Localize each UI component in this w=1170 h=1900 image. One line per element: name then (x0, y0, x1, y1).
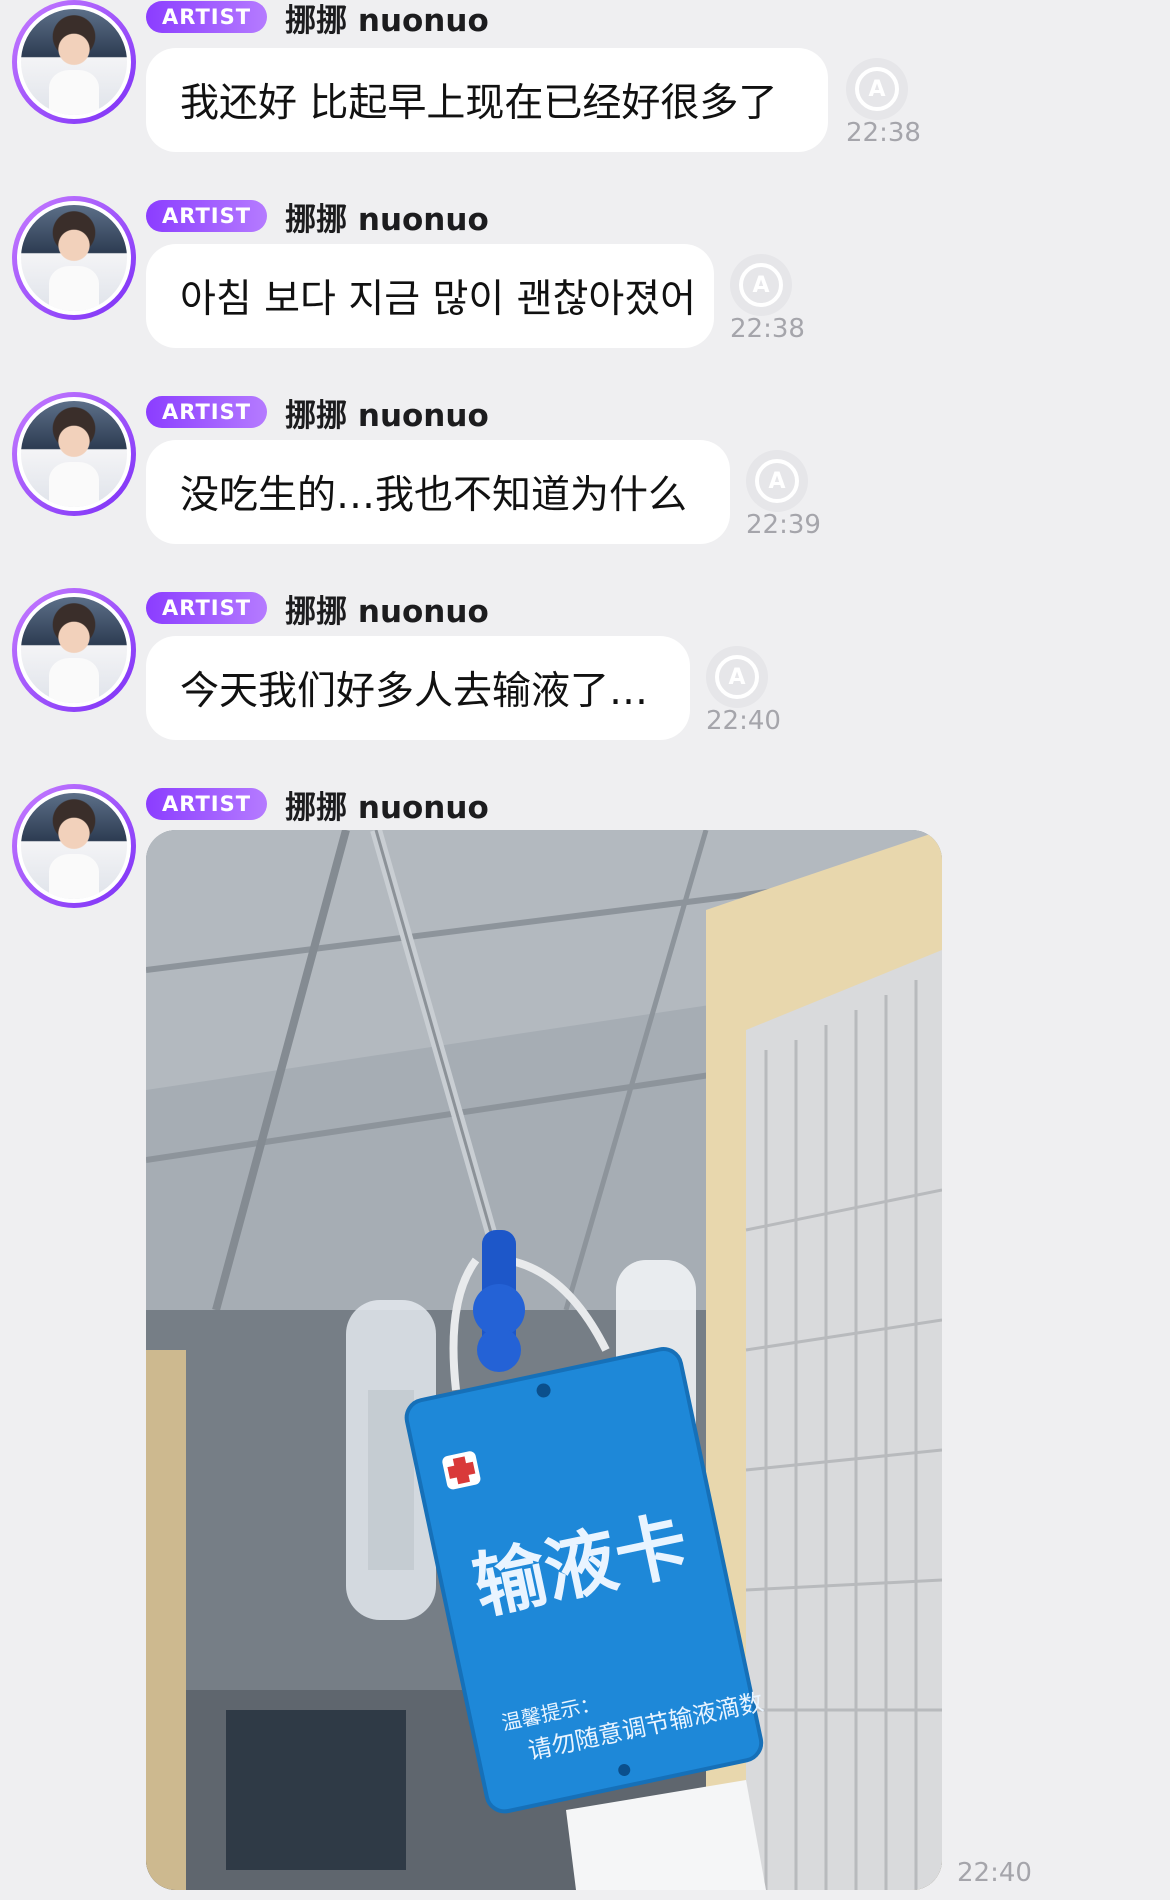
avatar-image (17, 593, 131, 707)
message-time: 22:40 (957, 1858, 1032, 1888)
avatar[interactable] (12, 784, 136, 908)
message-time: 22:40 (706, 706, 781, 736)
message-bubble[interactable]: 我还好 比起早上现在已经好很多了 (146, 48, 828, 152)
sender-name: 挪挪 nuonuo (285, 789, 489, 826)
artist-badge: ARTIST (146, 1, 268, 33)
message-header: ARTIST 挪挪 nuonuo (146, 784, 489, 826)
message-time: 22:38 (730, 314, 805, 344)
message-header: ARTIST 挪挪 nuonuo (146, 588, 489, 630)
message-bubble[interactable]: 没吃生的…我也不知道为什么 (146, 440, 730, 544)
avatar[interactable] (12, 0, 136, 124)
sender-name: 挪挪 nuonuo (285, 397, 489, 434)
avatar[interactable] (12, 588, 136, 712)
translate-icon[interactable]: A (746, 450, 808, 512)
artist-badge: ARTIST (146, 788, 268, 820)
message-time: 22:38 (846, 118, 921, 148)
message-header: ARTIST 挪挪 nuonuo (146, 0, 489, 39)
artist-badge: ARTIST (146, 396, 268, 428)
avatar[interactable] (12, 196, 136, 320)
avatar[interactable] (12, 392, 136, 516)
artist-badge: ARTIST (146, 200, 268, 232)
message-header: ARTIST 挪挪 nuonuo (146, 392, 489, 434)
translate-icon[interactable]: A (846, 58, 908, 120)
translate-icon[interactable]: A (730, 254, 792, 316)
sender-name: 挪挪 nuonuo (285, 2, 489, 39)
message-photo[interactable]: 输液卡 温馨提示： 请勿随意调节输液滴数 (146, 830, 942, 1890)
artist-badge: ARTIST (146, 592, 268, 624)
avatar-image (17, 201, 131, 315)
message-bubble[interactable]: 아침 보다 지금 많이 괜찮아졌어 (146, 244, 714, 348)
avatar-image (17, 789, 131, 903)
infusion-photo: 输液卡 温馨提示： 请勿随意调节输液滴数 (146, 830, 942, 1890)
translate-icon[interactable]: A (706, 646, 768, 708)
message-header: ARTIST 挪挪 nuonuo (146, 196, 489, 238)
chat-thread: ARTIST 挪挪 nuonuo 我还好 比起早上现在已经好很多了 A 22:3… (0, 0, 1170, 1900)
message-bubble[interactable]: 今天我们好多人去输液了… (146, 636, 690, 740)
sender-name: 挪挪 nuonuo (285, 201, 489, 238)
avatar-image (17, 5, 131, 119)
avatar-image (17, 397, 131, 511)
message-time: 22:39 (746, 510, 821, 540)
sender-name: 挪挪 nuonuo (285, 593, 489, 630)
